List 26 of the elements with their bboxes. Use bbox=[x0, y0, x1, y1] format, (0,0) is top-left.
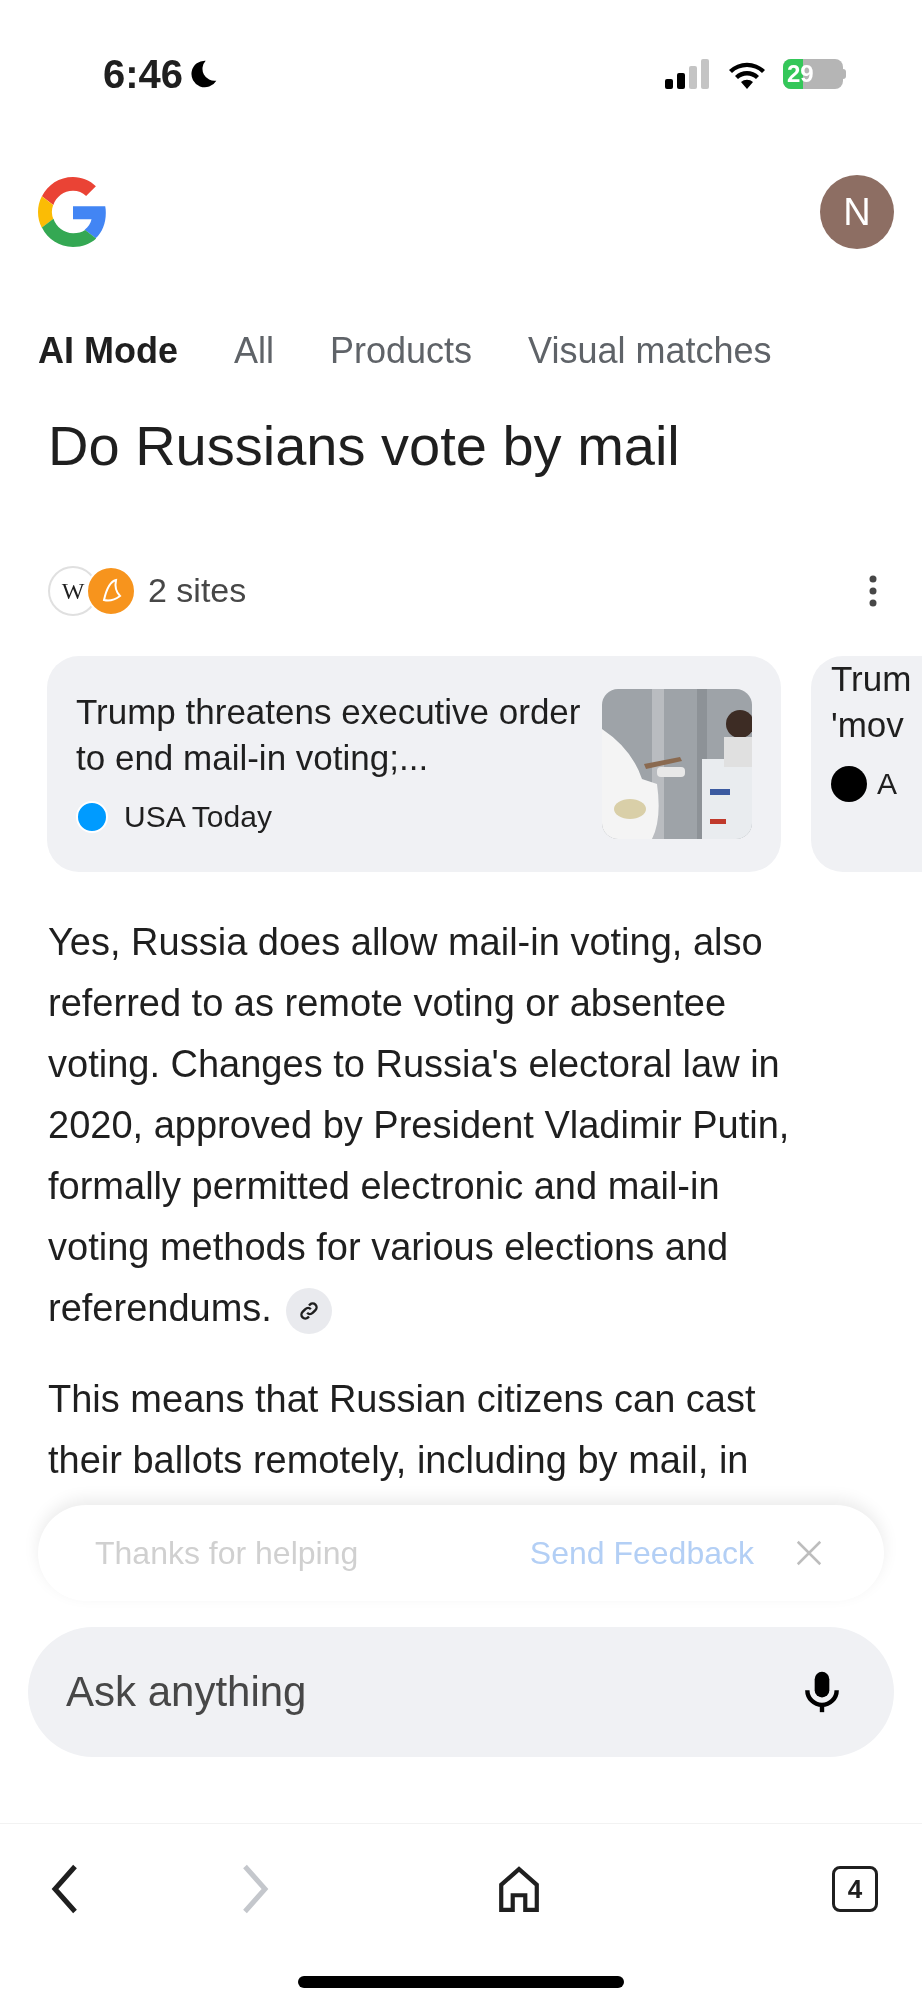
tab[interactable]: All bbox=[234, 324, 274, 378]
answer-paragraph: Yes, Russia does allow mail-in voting, also referred to as remote voting or absentee voting. Changes to Russia's electoral law in 2020, approved by President Vladimir Putin, formally permitted electronic and mail-in voting methods for various elections and referendums. bbox=[48, 912, 874, 1340]
sources-count[interactable]: 2 sites bbox=[148, 565, 247, 617]
card-title: Trump threatens executive order to end mail-in voting;... bbox=[76, 691, 582, 779]
ask-field[interactable]: Ask anything bbox=[28, 1627, 894, 1758]
tab[interactable]: Visual matches bbox=[528, 324, 772, 378]
signal-icon bbox=[665, 59, 711, 89]
more-icon[interactable] bbox=[868, 573, 878, 608]
avatar[interactable]: N bbox=[820, 175, 894, 249]
source-logo bbox=[76, 800, 108, 833]
answer-paragraph: This means that Russian citizens can cast their ballots remotely, including by mail, in bbox=[48, 1377, 757, 1484]
back-icon[interactable] bbox=[50, 1864, 80, 1915]
tab[interactable]: Products bbox=[330, 324, 473, 378]
card-source: USA Today bbox=[124, 799, 272, 836]
tab[interactable]: AI Mode bbox=[38, 324, 178, 378]
news-card[interactable]: Trump threatens executive order to end mail-in voting;... USA Today bbox=[47, 656, 781, 873]
source-logo bbox=[831, 765, 867, 802]
card-title: Trum 'mov bbox=[831, 658, 911, 746]
home-icon[interactable] bbox=[498, 1866, 540, 1913]
news-card[interactable]: Trum 'mov A bbox=[811, 656, 922, 873]
query-title: Do Russians vote by mail bbox=[47, 413, 681, 479]
tabs-count-button[interactable]: 4 bbox=[832, 1866, 878, 1913]
google-logo bbox=[38, 177, 108, 247]
card-source: A bbox=[877, 766, 897, 803]
news-logo bbox=[86, 565, 136, 616]
status-time: 6:46 bbox=[103, 51, 184, 98]
